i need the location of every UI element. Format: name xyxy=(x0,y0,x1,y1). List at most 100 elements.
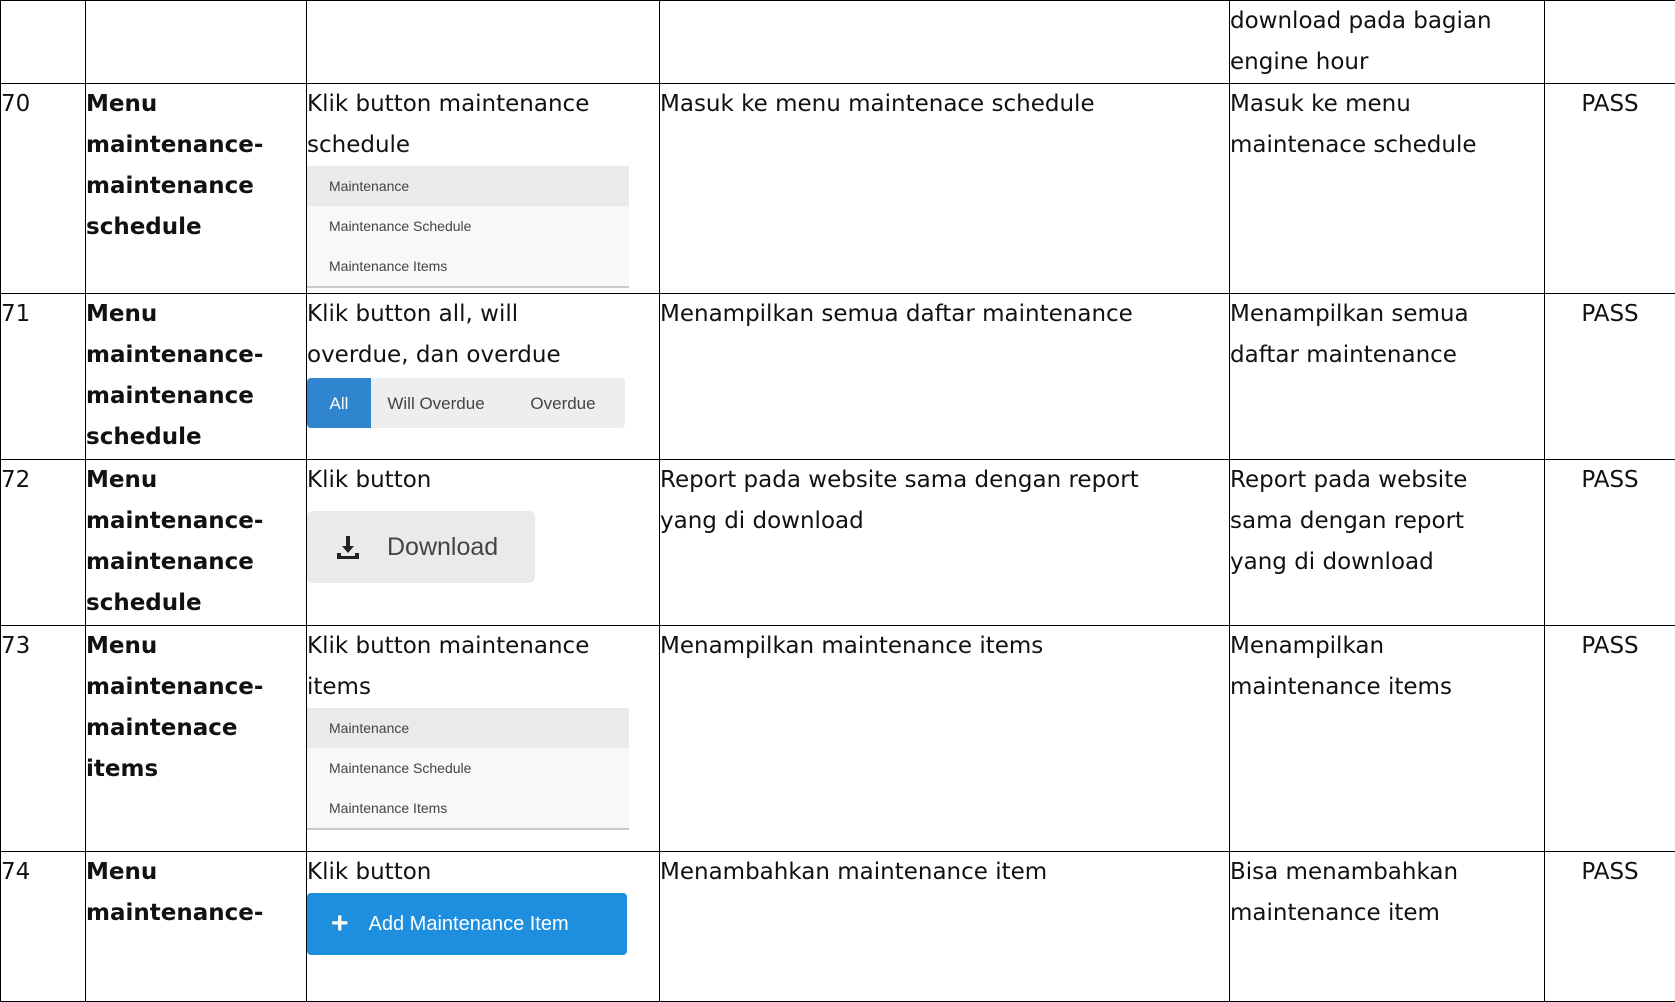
cell-text-line: schedule xyxy=(86,583,306,624)
download-button-label: Download xyxy=(387,527,498,568)
expected-result-cell: Report pada website sama dengan reportya… xyxy=(660,460,1230,626)
cell-text-line: maintenance- xyxy=(86,667,306,708)
cell-text-line: Klik button xyxy=(307,460,659,501)
cell-text-line: maintenace schedule xyxy=(1230,125,1544,166)
cell-text-line: maintenance xyxy=(86,166,306,207)
cell-text-line: Menambahkan maintenance item xyxy=(660,852,1229,893)
menu-item-maintenance-items[interactable]: Maintenance Items xyxy=(307,788,629,828)
cell-text-line: Bisa menambahkan xyxy=(1230,852,1544,893)
cell-text-line: Menu xyxy=(86,460,306,501)
cell-text-line: items xyxy=(86,749,306,790)
plus-icon: + xyxy=(331,909,349,939)
expected-result-cell: Menampilkan maintenance items xyxy=(660,626,1230,852)
menu-cell: Menumaintenance-maintenanceschedule xyxy=(86,84,307,294)
cell-text-line: items xyxy=(307,667,659,708)
menu-item-maintenance-items[interactable]: Maintenance Items xyxy=(307,246,629,286)
cell-text-line: maintenance- xyxy=(86,501,306,542)
cell-text-line: Klik button all, will xyxy=(307,294,659,335)
menu-cell xyxy=(86,1,307,84)
cell-text-line: maintenance- xyxy=(86,335,306,376)
menu-cell: Menumaintenance-maintenaceitems xyxy=(86,626,307,852)
filter-overdue-button[interactable]: Overdue xyxy=(501,378,625,428)
menu-cell: Menumaintenance- xyxy=(86,852,307,1002)
cell-text-line: maintenance items xyxy=(1230,667,1544,708)
test-number-cell xyxy=(1,1,86,84)
actual-result-cell: download pada bagianengine hour xyxy=(1230,1,1545,84)
cell-text-line: schedule xyxy=(86,417,306,458)
menu-item-maintenance-schedule[interactable]: Maintenance Schedule xyxy=(307,206,629,246)
status-cell: PASS xyxy=(1545,84,1675,294)
add-maintenance-item-button[interactable]: + Add Maintenance Item xyxy=(307,893,627,955)
step-cell: Klik button Download xyxy=(307,460,660,626)
download-button[interactable]: Download xyxy=(307,511,535,583)
cell-text-line: maintenace xyxy=(86,708,306,749)
test-number-cell: 71 xyxy=(1,294,86,460)
cell-text-line: Klik button maintenance xyxy=(307,626,659,667)
maintenance-menu-screenshot: MaintenanceMaintenance ScheduleMaintenan… xyxy=(307,708,629,830)
actual-result-cell: Menampilkan semuadaftar maintenance xyxy=(1230,294,1545,460)
test-number-cell: 73 xyxy=(1,626,86,852)
cell-text-line: Masuk ke menu maintenace schedule xyxy=(660,84,1229,125)
expected-result-cell: Menambahkan maintenance item xyxy=(660,852,1230,1002)
cell-text-line: Klik button maintenance xyxy=(307,84,659,125)
cell-text-line: maintenance xyxy=(86,376,306,417)
cell-text-line: sama dengan report xyxy=(1230,501,1544,542)
cell-text-line: maintenance item xyxy=(1230,893,1544,934)
cell-text-line: Menampilkan xyxy=(1230,626,1544,667)
step-cell: Klik button all, willoverdue, dan overdu… xyxy=(307,294,660,460)
step-cell: Klik button + Add Maintenance Item xyxy=(307,852,660,1002)
table-row: 74Menumaintenance-Klik button + Add Mainte… xyxy=(1,852,1675,1002)
status-cell: PASS xyxy=(1545,852,1675,1002)
cell-text-line: Klik button xyxy=(307,852,659,893)
cell-text-line: yang di download xyxy=(1230,542,1544,583)
cell-text-line: yang di download xyxy=(660,501,1229,542)
actual-result-cell: Report pada websitesama dengan reportyan… xyxy=(1230,460,1545,626)
cell-text-line: Menampilkan semua daftar maintenance xyxy=(660,294,1229,335)
cell-text-line: engine hour xyxy=(1230,42,1544,83)
test-case-table: download pada bagianengine hour70Menumai… xyxy=(0,0,1675,1002)
menu-item-maintenance[interactable]: Maintenance xyxy=(307,708,629,748)
test-number-cell: 72 xyxy=(1,460,86,626)
cell-text-line: Menu xyxy=(86,84,306,125)
cell-text-line: download pada bagian xyxy=(1230,1,1544,42)
table-row: 70Menumaintenance-maintenancescheduleKli… xyxy=(1,84,1675,294)
download-icon xyxy=(335,534,361,560)
table-row: download pada bagianengine hour xyxy=(1,1,1675,84)
overdue-filter-segmented-control: AllWill OverdueOverdue xyxy=(307,378,625,428)
actual-result-cell: Bisa menambahkanmaintenance item xyxy=(1230,852,1545,1002)
test-number-cell: 70 xyxy=(1,84,86,294)
maintenance-menu-screenshot: MaintenanceMaintenance ScheduleMaintenan… xyxy=(307,166,629,288)
table-row: 73Menumaintenance-maintenaceitemsKlik bu… xyxy=(1,626,1675,852)
cell-text-line: Menampilkan maintenance items xyxy=(660,626,1229,667)
step-cell xyxy=(307,1,660,84)
menu-item-maintenance[interactable]: Maintenance xyxy=(307,166,629,206)
cell-text-line: maintenance- xyxy=(86,893,306,934)
cell-text-line: Report pada website sama dengan report xyxy=(660,460,1229,501)
cell-text-line: maintenance- xyxy=(86,125,306,166)
step-cell: Klik button maintenancescheduleMaintenan… xyxy=(307,84,660,294)
expected-result-cell: Masuk ke menu maintenace schedule xyxy=(660,84,1230,294)
cell-text-line: daftar maintenance xyxy=(1230,335,1544,376)
status-cell: PASS xyxy=(1545,626,1675,852)
add-button-label: Add Maintenance Item xyxy=(369,904,569,945)
status-cell: PASS xyxy=(1545,294,1675,460)
cell-text-line: Menu xyxy=(86,852,306,893)
test-number-cell: 74 xyxy=(1,852,86,1002)
cell-text-line: Menu xyxy=(86,294,306,335)
cell-text-line: Menu xyxy=(86,626,306,667)
cell-text-line: Report pada website xyxy=(1230,460,1544,501)
cell-text-line: schedule xyxy=(86,207,306,248)
filter-all-button[interactable]: All xyxy=(307,378,371,428)
status-cell: PASS xyxy=(1545,460,1675,626)
expected-result-cell: Menampilkan semua daftar maintenance xyxy=(660,294,1230,460)
actual-result-cell: Menampilkanmaintenance items xyxy=(1230,626,1545,852)
cell-text-line: overdue, dan overdue xyxy=(307,335,659,376)
filter-will-overdue-button[interactable]: Will Overdue xyxy=(371,378,501,428)
expected-result-cell xyxy=(660,1,1230,84)
status-cell xyxy=(1545,1,1675,84)
table-row: 71Menumaintenance-maintenancescheduleKli… xyxy=(1,294,1675,460)
table-row: 72Menumaintenance-maintenancescheduleKli… xyxy=(1,460,1675,626)
cell-text-line: Masuk ke menu xyxy=(1230,84,1544,125)
step-cell: Klik button maintenanceitemsMaintenanceM… xyxy=(307,626,660,852)
menu-item-maintenance-schedule[interactable]: Maintenance Schedule xyxy=(307,748,629,788)
